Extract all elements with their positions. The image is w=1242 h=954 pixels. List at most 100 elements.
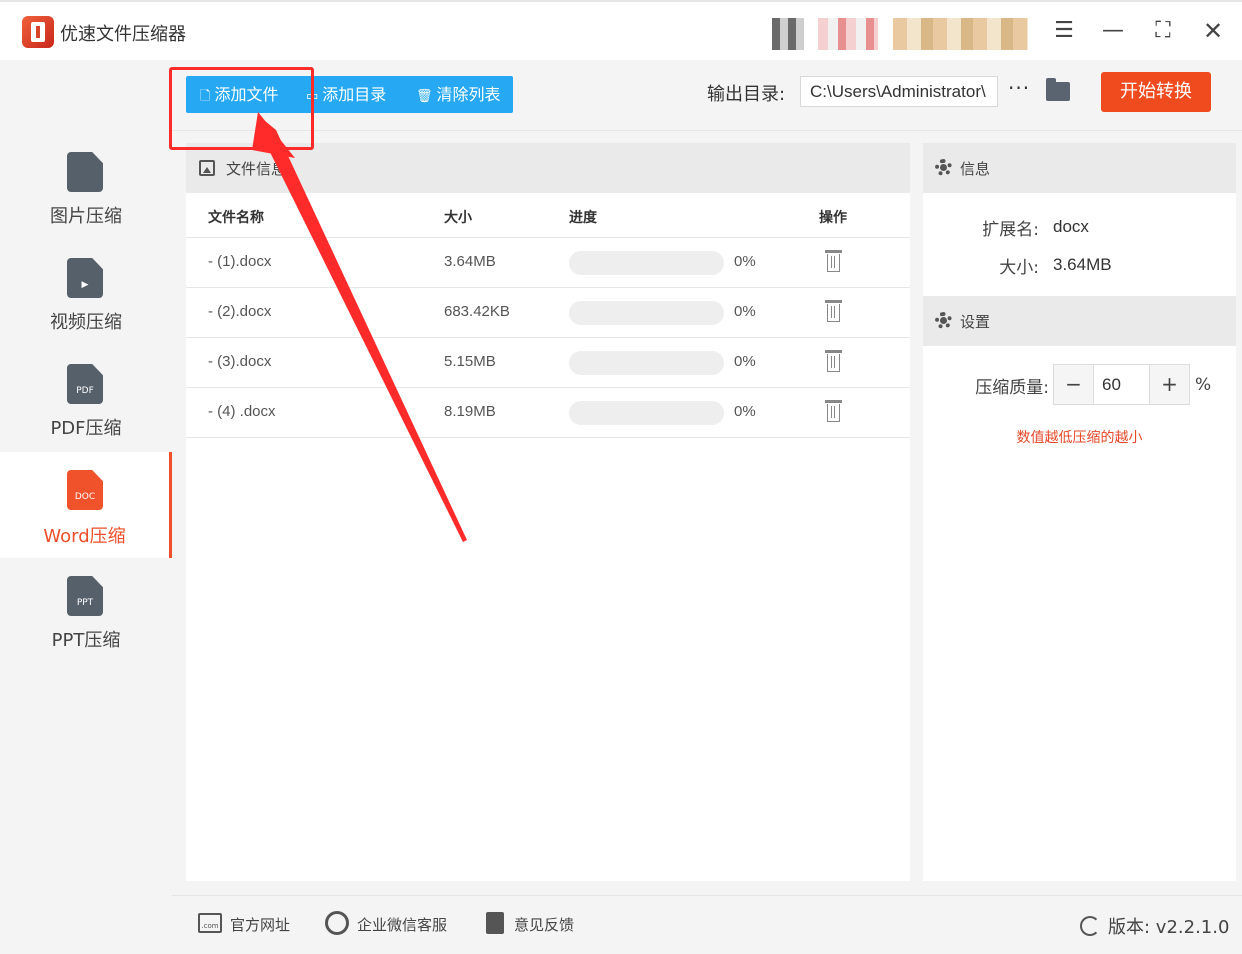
icon-mark: PPT (76, 598, 94, 608)
feedback-link[interactable]: 意见反馈 (514, 914, 574, 935)
progress-text: 0% (734, 353, 756, 370)
sidebar-item-label: 视频压缩 (50, 312, 122, 333)
sidebar: 图片压缩 ▶ 视频压缩 PDF PDF压缩 DOC Word压缩 PPT PPT… (0, 60, 172, 954)
add-directory-label: 添加目录 (322, 85, 387, 104)
output-dir-field[interactable]: C:\Users\Administrator\ (800, 76, 998, 107)
toolbar-divider (172, 130, 1242, 131)
size-label: 大小: (999, 258, 1039, 278)
refresh-icon[interactable] (1080, 916, 1100, 936)
progress-text: 0% (734, 253, 756, 270)
info-settings-panel: 信息 扩展名: docx 大小: 3.64MB 设置 压缩质量: − 60 + … (923, 143, 1236, 881)
file-name: - (2).docx (208, 303, 272, 320)
file-list-panel: 文件信息 文件名称 大小 进度 操作 - (1).docx 3.64MB 0% … (186, 143, 910, 881)
file-size: 8.19MB (444, 403, 496, 420)
sidebar-item-video[interactable]: ▶ 视频压缩 (0, 258, 172, 364)
file-panel-title: 文件信息 (226, 160, 287, 178)
annotation-highlight-box (169, 67, 314, 150)
file-size: 3.64MB (444, 253, 496, 270)
file-name: - (3).docx (208, 353, 272, 370)
column-header-name: 文件名称 (208, 210, 264, 226)
user-avatar[interactable] (772, 18, 804, 50)
app-title: 优速文件压缩器 (60, 24, 186, 45)
increment-button[interactable]: + (1149, 365, 1189, 404)
user-info-blurred (818, 18, 878, 50)
progress-bar (569, 301, 724, 325)
video-file-icon: ▶ (67, 258, 103, 298)
sidebar-item-label: PDF压缩 (50, 418, 122, 439)
column-header-size: 大小 (444, 210, 472, 226)
icon-mark: PDF (76, 386, 94, 396)
footer: .com 官方网址 企业微信客服 意见反馈 版本: v2.2.1.0 (172, 895, 1242, 954)
extension-label: 扩展名: (982, 220, 1039, 240)
file-size: 5.15MB (444, 353, 496, 370)
hamburger-menu-icon[interactable]: ☰ (1049, 16, 1079, 46)
ppt-file-icon: PPT (67, 576, 103, 616)
info-header: 信息 (923, 143, 1236, 193)
image-file-icon (67, 152, 103, 192)
start-convert-button[interactable]: 开始转换 (1101, 72, 1211, 112)
account-info-blurred (893, 18, 1028, 50)
quality-hint: 数值越低压缩的越小 (1016, 430, 1143, 446)
extension-value: docx (1053, 217, 1089, 236)
trash-icon: 🗑 (416, 89, 433, 104)
sidebar-item-ppt[interactable]: PPT PPT压缩 (0, 576, 172, 682)
app-logo-icon (22, 16, 54, 48)
delete-row-trash-icon[interactable] (825, 300, 842, 322)
add-directory-button[interactable]: ▭ 添加目录 (306, 76, 386, 113)
quality-value[interactable]: 60 (1102, 375, 1121, 395)
progress-bar (569, 251, 724, 275)
decrement-button[interactable]: − (1054, 365, 1094, 404)
doc-file-icon: DOC (67, 470, 103, 510)
table-row[interactable]: - (3).docx 5.15MB 0% (186, 337, 910, 387)
progress-bar (569, 401, 724, 425)
image-icon (199, 160, 215, 176)
table-row[interactable]: - (2).docx 683.42KB 0% (186, 287, 910, 337)
maximize-icon[interactable]: ⛶ (1148, 16, 1178, 46)
settings-title: 设置 (960, 313, 991, 331)
more-options-button[interactable]: ··· (1008, 76, 1030, 100)
minimize-icon[interactable]: — (1098, 16, 1128, 46)
info-title: 信息 (960, 160, 991, 178)
pdf-file-icon: PDF (67, 364, 103, 404)
sidebar-item-label: Word压缩 (43, 526, 126, 547)
file-name: - (4) .docx (208, 403, 276, 420)
sidebar-item-label: PPT压缩 (51, 630, 121, 651)
file-name: - (1).docx (208, 253, 272, 270)
sidebar-item-label: 图片压缩 (50, 206, 122, 227)
sidebar-item-word[interactable]: DOC Word压缩 (0, 452, 172, 558)
clear-list-label: 清除列表 (436, 85, 501, 104)
file-panel-header: 文件信息 (186, 143, 910, 193)
progress-text: 0% (734, 303, 756, 320)
progress-text: 0% (734, 403, 756, 420)
delete-row-trash-icon[interactable] (825, 350, 842, 372)
website-link[interactable]: 官方网址 (230, 914, 290, 935)
column-header-progress: 进度 (569, 210, 597, 226)
delete-row-trash-icon[interactable] (825, 250, 842, 272)
quality-stepper[interactable]: − 60 + (1053, 364, 1190, 405)
settings-header: 设置 (923, 296, 1236, 346)
sidebar-item-image[interactable]: 图片压缩 (0, 152, 172, 258)
table-row[interactable]: - (4) .docx 8.19MB 0% (186, 387, 910, 437)
delete-row-trash-icon[interactable] (825, 400, 842, 422)
open-folder-icon[interactable] (1046, 78, 1070, 101)
gear-icon (935, 159, 952, 176)
table-row[interactable]: - (1).docx 3.64MB 0% (186, 237, 910, 287)
quality-label: 压缩质量: (975, 378, 1049, 398)
version-label: 版本: v2.2.1.0 (1108, 917, 1230, 938)
clear-list-button[interactable]: 🗑 清除列表 (416, 76, 501, 113)
icon-mark: DOC (74, 492, 96, 502)
close-icon[interactable]: ✕ (1198, 16, 1228, 46)
wechat-support-link[interactable]: 企业微信客服 (357, 914, 447, 935)
title-bar: 优速文件压缩器 ☰ — ⛶ ✕ (0, 0, 1242, 60)
website-icon: .com (198, 913, 222, 933)
output-dir-label: 输出目录: (707, 84, 786, 105)
icon-mark: ▶ (81, 280, 89, 290)
chat-icon (325, 911, 349, 935)
size-value: 3.64MB (1053, 255, 1112, 274)
column-header-action: 操作 (819, 210, 847, 226)
progress-bar (569, 351, 724, 375)
file-size: 683.42KB (444, 303, 510, 320)
percent-unit: % (1195, 375, 1212, 395)
gear-icon (935, 312, 952, 329)
table-bottom-divider (186, 437, 910, 438)
